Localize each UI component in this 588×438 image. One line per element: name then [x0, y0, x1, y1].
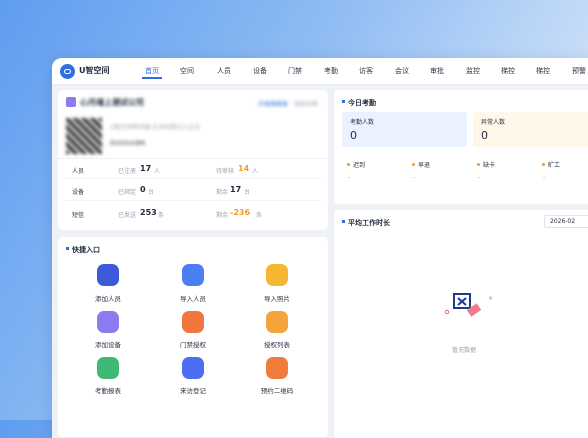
- quick-add-user[interactable]: 添加人员: [78, 293, 138, 303]
- empty-state-text: 暂无数据: [452, 347, 477, 354]
- nav-attendance[interactable]: 考勤: [324, 66, 338, 76]
- missing-card-value: -: [478, 174, 481, 181]
- top-navbar: U智空间 首页 空间 人员 设备 门禁 考勤 访客 会议 审批 监控 梯控 梯控…: [52, 58, 588, 85]
- nav-device[interactable]: 设备: [253, 66, 267, 76]
- sms-remain-value: -236: [230, 208, 251, 217]
- attendance-title: 今日考勤: [342, 99, 376, 107]
- quick-add-device[interactable]: 添加设备: [78, 339, 138, 349]
- sent-value: 253: [140, 208, 157, 217]
- quick-appointment-qrcode[interactable]: 预约二维码: [247, 385, 307, 395]
- absent-value: -: [543, 174, 546, 181]
- registered-unit: 人: [154, 168, 161, 175]
- row-label-people: 人员: [72, 168, 85, 175]
- svg-text:×: ×: [488, 295, 493, 302]
- row-label-sms: 短信: [72, 212, 85, 219]
- nav-access[interactable]: 门禁: [288, 66, 302, 76]
- device-remain-unit: 台: [244, 189, 251, 196]
- calendar-icon[interactable]: [97, 357, 119, 379]
- qrcode-image: [66, 118, 102, 154]
- app-window: U智空间 首页 空间 人员 设备 门禁 考勤 访客 会议 审批 监控 梯控 梯控…: [52, 58, 588, 438]
- absent-label: 旷工: [548, 162, 561, 169]
- shield-icon[interactable]: [266, 311, 288, 333]
- early-leave-label: 早退: [418, 162, 431, 169]
- company-desc: U智空间移动端·企业码登记入企业: [110, 124, 201, 131]
- brand-name: U智空间: [79, 66, 110, 75]
- sent-unit: 条: [158, 212, 165, 219]
- add-user-icon[interactable]: [97, 264, 119, 286]
- visitor-icon[interactable]: [182, 357, 204, 379]
- work-time-title: 平均工作时长: [342, 219, 390, 227]
- abnormal-count-label: 异常人数: [481, 119, 506, 126]
- nav-home[interactable]: 首页: [142, 66, 162, 79]
- logo-icon: [60, 64, 75, 79]
- attendance-count-label: 考勤人数: [350, 119, 375, 126]
- registered-label: 已注册: [118, 168, 137, 175]
- pending-value: 14: [238, 164, 250, 173]
- missing-card-label: 缺卡: [483, 162, 496, 169]
- bound-unit: 台: [148, 189, 155, 196]
- company-card: 心月魂上测试公司 升级旗舰版 组织切换 U智空间移动端·企业码登记入企业 DUV…: [58, 90, 328, 230]
- nav-monitor[interactable]: 监控: [466, 66, 480, 76]
- nav-meeting[interactable]: 会议: [395, 66, 409, 76]
- nav-warning[interactable]: 预警: [572, 66, 586, 76]
- bound-label: 已绑定: [118, 189, 137, 196]
- nav-elevator[interactable]: 梯控: [501, 66, 515, 76]
- attendance-count-box: 考勤人数 0: [342, 112, 467, 147]
- nav-people[interactable]: 人员: [217, 66, 231, 76]
- company-code: DUVGUUBN: [110, 140, 146, 147]
- attendance-card: 今日考勤 考勤人数 0 异常人数 0 迟到 - 早退 - 缺卡 - 旷工 -: [334, 90, 588, 204]
- pending-unit: 人: [252, 168, 259, 175]
- quick-door-auth[interactable]: 门禁授权: [163, 339, 223, 349]
- quick-attendance-report[interactable]: 考勤报表: [78, 385, 138, 395]
- pending-label: 待审核: [216, 168, 235, 175]
- quick-visitor-register[interactable]: 来访登记: [163, 385, 223, 395]
- late-label: 迟到: [353, 162, 366, 169]
- abnormal-count-box: 异常人数 0: [473, 112, 588, 147]
- nav-space[interactable]: 空间: [180, 66, 194, 76]
- sms-remain-unit: 条: [256, 212, 263, 219]
- work-time-card: 平均工作时长 2026-02 × 暂无数据: [334, 210, 588, 438]
- company-name: 心月魂上测试公司: [80, 98, 144, 107]
- nav-elevator-2[interactable]: 梯控: [536, 66, 550, 76]
- quick-entry-title: 快捷入口: [66, 246, 100, 254]
- quick-import-user[interactable]: 导入人员: [163, 293, 223, 303]
- switch-org-link[interactable]: 组织切换: [294, 99, 318, 108]
- device-icon[interactable]: [97, 311, 119, 333]
- quick-entry-card: 快捷入口 添加人员 导入人员 导入照片 添加设备 门禁授权 授权列表 考勤报表 …: [58, 237, 328, 437]
- nav-approval[interactable]: 审批: [430, 66, 444, 76]
- qrcode-icon[interactable]: [266, 357, 288, 379]
- row-label-device: 设备: [72, 189, 85, 196]
- upgrade-tag[interactable]: 升级旗舰版: [258, 99, 288, 108]
- bound-value: 0: [140, 185, 146, 194]
- month-picker[interactable]: 2026-02: [544, 215, 588, 228]
- quick-auth-list[interactable]: 授权列表: [247, 339, 307, 349]
- import-user-icon[interactable]: [182, 264, 204, 286]
- empty-state-icon: ×: [444, 293, 493, 317]
- photo-icon[interactable]: [266, 264, 288, 286]
- device-remain-value: 17: [230, 185, 242, 194]
- door-icon[interactable]: [182, 311, 204, 333]
- company-icon: [66, 97, 76, 107]
- sms-remain-label: 剩余: [216, 212, 229, 219]
- attendance-count-value: 0: [350, 129, 357, 142]
- sent-label: 已发送: [118, 212, 137, 219]
- early-leave-value: -: [413, 174, 416, 181]
- quick-import-photo[interactable]: 导入照片: [247, 293, 307, 303]
- abnormal-count-value: 0: [481, 129, 488, 142]
- late-value: -: [348, 174, 351, 181]
- device-remain-label: 剩余: [216, 189, 229, 196]
- nav-visitor[interactable]: 访客: [359, 66, 373, 76]
- month-picker-value: 2026-02: [550, 218, 576, 225]
- registered-value: 17: [140, 164, 152, 173]
